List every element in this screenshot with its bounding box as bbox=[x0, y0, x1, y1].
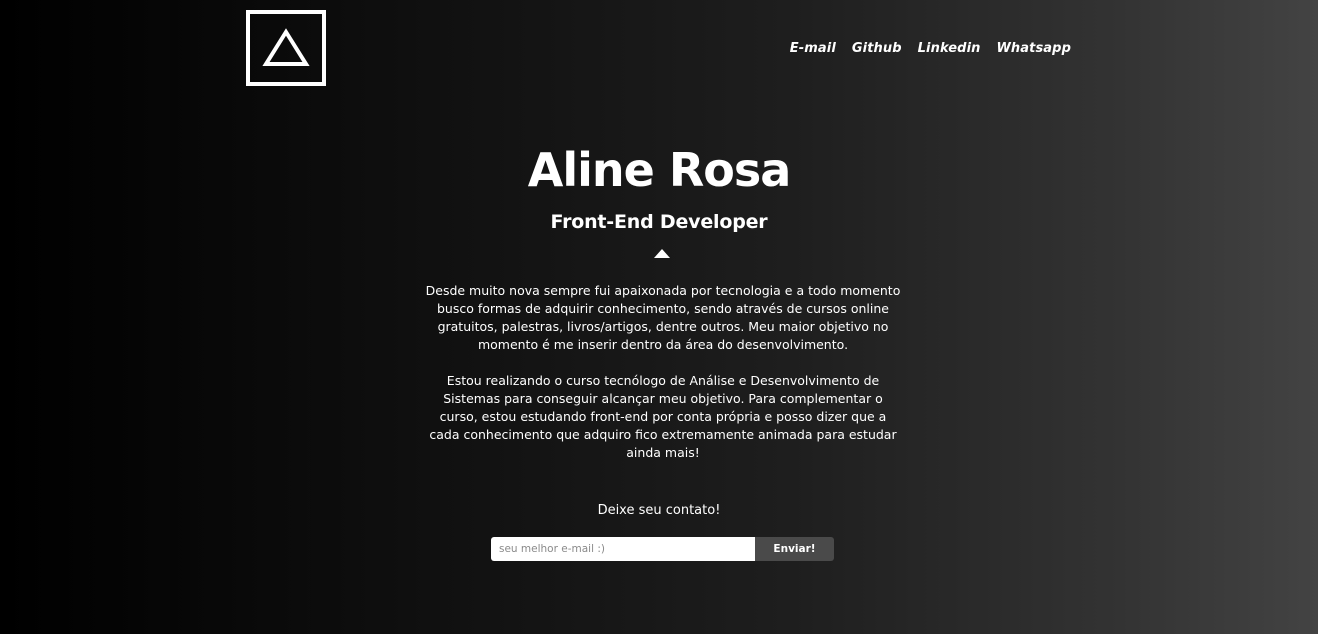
logo[interactable] bbox=[246, 10, 326, 86]
contact-prompt: Deixe seu contato! bbox=[597, 503, 721, 518]
about-paragraph-2: Estou realizando o curso tecnólogo de An… bbox=[429, 373, 897, 460]
triangle-icon bbox=[262, 28, 310, 66]
nav-link-github[interactable]: Github bbox=[852, 41, 902, 56]
nav-link-linkedin[interactable]: Linkedin bbox=[918, 41, 981, 56]
about-section: Desde muito nova sempre fui apaixonada p… bbox=[424, 282, 902, 462]
role-subtitle: Front-End Developer bbox=[550, 211, 768, 233]
nav-link-whatsapp[interactable]: Whatsapp bbox=[996, 41, 1071, 56]
arrow-up-icon bbox=[654, 249, 670, 258]
email-input[interactable] bbox=[491, 537, 755, 561]
nav-link-email[interactable]: E-mail bbox=[790, 41, 836, 56]
top-nav: E-mail Github Linkedin Whatsapp bbox=[790, 41, 1071, 56]
submit-button[interactable]: Enviar! bbox=[755, 537, 834, 561]
contact-form: Enviar! bbox=[491, 537, 834, 561]
page-title: Aline Rosa bbox=[527, 143, 792, 197]
about-paragraph-1: Desde muito nova sempre fui apaixonada p… bbox=[425, 283, 901, 352]
